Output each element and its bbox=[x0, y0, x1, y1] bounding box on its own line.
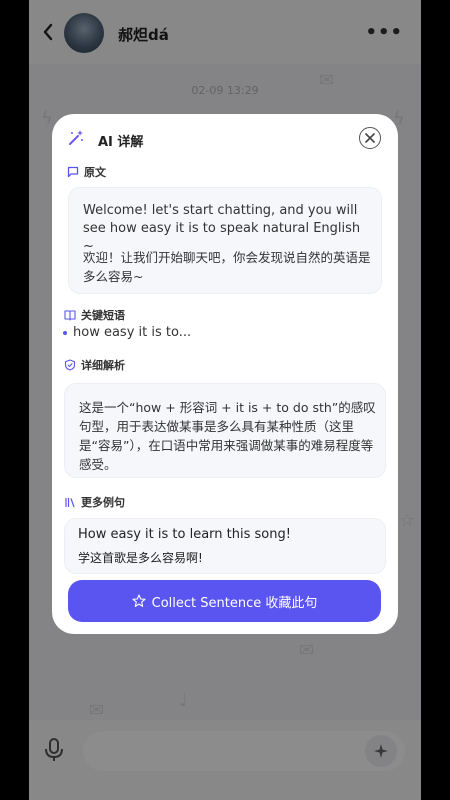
section-examples-label: 更多例句 bbox=[81, 496, 125, 509]
shield-check-icon bbox=[64, 359, 76, 371]
close-button[interactable] bbox=[359, 127, 381, 149]
section-phrases: 关键短语 bbox=[64, 307, 125, 323]
original-chinese: 欢迎！让我们开始聊天吧，你会发现说自然的英语是多么容易~ bbox=[83, 250, 371, 284]
book-icon bbox=[64, 310, 76, 321]
section-examples: 更多例句 bbox=[64, 494, 125, 510]
analysis-card: 这是一个“how + 形容词 + it is + to do sth”的感叹句型… bbox=[64, 383, 386, 478]
section-phrases-label: 关键短语 bbox=[81, 309, 125, 322]
example-chinese: 学这首歌是多么容易啊! bbox=[78, 551, 203, 565]
chat-bubble-icon bbox=[67, 166, 79, 178]
collect-sentence-button[interactable]: Collect Sentence 收藏此句 bbox=[68, 580, 381, 622]
example-english: How easy it is to learn this song! bbox=[78, 527, 291, 542]
phone-screen: 郝炟dá ••• ✉ ϟ ϟ ☆ ✉ ✉ ♩ 02-09 13:29 AI 详解… bbox=[29, 0, 421, 800]
ai-explanation-modal: AI 详解 原文 Welcome! let's start chatting, … bbox=[52, 114, 398, 634]
library-icon bbox=[65, 498, 75, 508]
modal-title: AI 详解 bbox=[98, 135, 144, 150]
original-text-card: Welcome! let's start chatting, and you w… bbox=[68, 187, 382, 294]
section-analysis: 详细解析 bbox=[64, 357, 125, 373]
close-icon bbox=[365, 133, 375, 143]
section-original: 原文 bbox=[67, 164, 106, 180]
star-icon bbox=[132, 594, 146, 607]
collect-button-label: Collect Sentence 收藏此句 bbox=[151, 595, 318, 611]
magic-wand-icon bbox=[67, 129, 85, 151]
section-analysis-label: 详细解析 bbox=[81, 359, 125, 372]
example-card: How easy it is to learn this song! 学这首歌是… bbox=[64, 518, 386, 574]
bullet-dot bbox=[63, 330, 67, 335]
section-original-label: 原文 bbox=[84, 166, 106, 179]
phrase-item[interactable]: how easy it is to... bbox=[63, 325, 191, 340]
analysis-text: 这是一个“how + 形容词 + it is + to do sth”的感叹句型… bbox=[79, 400, 376, 472]
phrase-text: how easy it is to... bbox=[73, 325, 192, 340]
